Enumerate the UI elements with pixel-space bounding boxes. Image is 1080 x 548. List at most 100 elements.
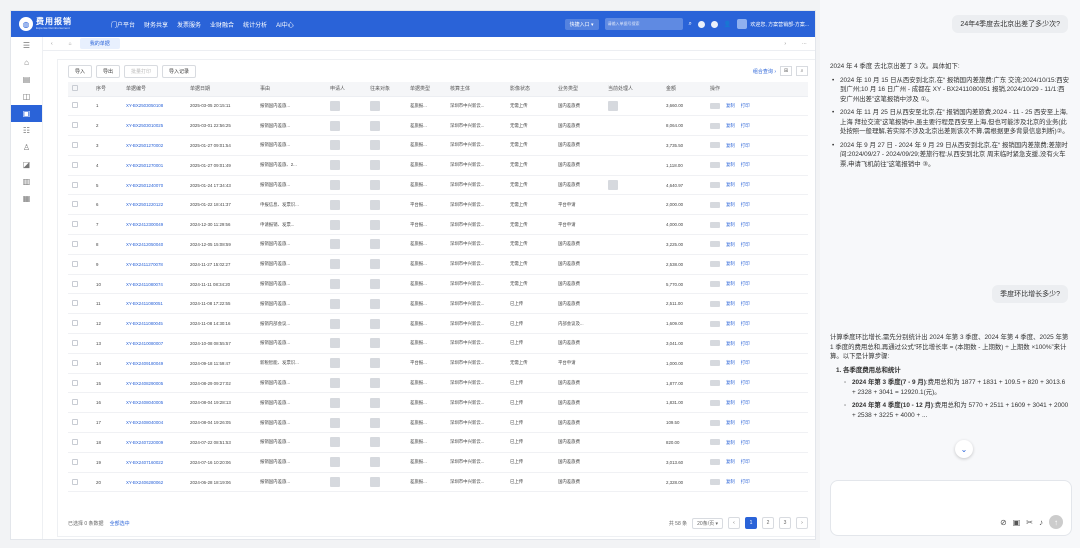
sidebar-item-report-icon[interactable]: ◪ xyxy=(11,156,42,173)
row-document-id[interactable]: XY-BX2407160022 xyxy=(122,452,186,473)
copy-link[interactable]: 复制 xyxy=(726,202,735,207)
sidebar-item-archive-icon[interactable]: ▥ xyxy=(11,173,42,190)
print-link[interactable]: 打印 xyxy=(741,400,750,405)
table-row[interactable]: 10 XY-BX2411080074 2024-11-11 08:34:20 报销国内… xyxy=(68,274,808,295)
col-header[interactable]: 当前处理人 xyxy=(604,82,662,97)
tab-back-icon[interactable]: ‹ xyxy=(43,41,61,47)
table-row[interactable]: 20 XY-BX2406280062 2024-06-28 18:19:06 报销国内… xyxy=(68,472,808,493)
table-row[interactable]: 12 XY-BX2411080045 2024-11-08 14:30:16 报销内部… xyxy=(68,313,808,335)
print-link[interactable]: 打印 xyxy=(741,440,750,445)
sidebar-item-home-icon[interactable]: ⌂ xyxy=(11,54,42,71)
table-row[interactable]: 17 XY-BX2408040004 2024-08-04 19:26:05 报销国内… xyxy=(68,412,808,434)
table-row[interactable]: 18 XY-BX2407220009 2024-07-22 08:51:53 报销国内… xyxy=(68,432,808,453)
page-2-button[interactable]: 2 xyxy=(762,517,774,529)
copy-link[interactable]: 复制 xyxy=(726,479,735,484)
table-row[interactable]: 3 XY-BX2501270002 2025-01-27 09:01:54 报销国内差… xyxy=(68,135,808,156)
print-link[interactable]: 打印 xyxy=(741,360,750,365)
col-header[interactable]: 金额 xyxy=(662,82,706,97)
quick-entry-dropdown[interactable]: 快捷入口 ▾ xyxy=(564,18,599,30)
copy-link[interactable]: 复制 xyxy=(726,103,735,108)
menu-toggle-icon[interactable]: ☰ xyxy=(11,37,42,54)
table-row[interactable]: 6 XY-BX2501220122 2025-01-22 18:41:37 申报信息、… xyxy=(68,194,808,216)
print-link[interactable]: 打印 xyxy=(741,182,750,187)
row-checkbox[interactable] xyxy=(68,472,92,493)
prev-page-icon[interactable]: ‹ xyxy=(728,517,740,529)
batch-print-button[interactable]: 批量打印 xyxy=(124,64,159,78)
sidebar-item-list-icon[interactable]: ☷ xyxy=(11,122,42,139)
table-row[interactable]: 16 XY-BX2408040005 2024-08-04 19:28:13 报销国内… xyxy=(68,392,808,414)
col-header[interactable]: 往来对象 xyxy=(366,82,406,97)
table-row[interactable]: 13 XY-BX2410080007 2024-10-08 08:55:57 报销国内… xyxy=(68,333,808,354)
table-row[interactable]: 2 XY-BX2503010025 2025-03-01 22:56:25 报销国内差… xyxy=(68,115,808,137)
row-document-id[interactable]: XY-BX2412050040 xyxy=(122,234,186,255)
copy-link[interactable]: 复制 xyxy=(726,321,735,326)
search-icon[interactable]: ⌕ xyxy=(689,21,692,28)
row-checkbox[interactable] xyxy=(68,175,92,196)
row-document-id[interactable]: XY-BX2408290005 xyxy=(122,373,186,394)
table-row[interactable]: 8 XY-BX2412050040 2024-12-05 15:08:59 报销国内差… xyxy=(68,234,808,255)
help-icon[interactable] xyxy=(710,20,718,28)
print-link[interactable]: 打印 xyxy=(741,380,750,385)
table-row[interactable]: 14 XY-BX2409180049 2024-09-18 11:59:47 新税智能… xyxy=(68,353,808,374)
chat-input[interactable]: ⊘ ▣ ✂ ♪ ↑ xyxy=(830,480,1072,536)
sidebar-item-user-icon[interactable]: ♙ xyxy=(11,139,42,156)
table-row[interactable]: 5 XY-BX2501240070 2025-01-24 17:34:43 报销国内差… xyxy=(68,175,808,196)
copy-link[interactable]: 复制 xyxy=(726,281,735,286)
print-link[interactable]: 打印 xyxy=(741,222,750,227)
row-document-id[interactable]: XY-BX2503050108 xyxy=(122,96,186,117)
row-checkbox[interactable] xyxy=(68,96,92,117)
select-all-checkbox[interactable] xyxy=(68,82,92,97)
table-row[interactable]: 1 XY-BX2503050108 2025-03-05 20:15:11 报销国内差… xyxy=(68,96,808,117)
row-checkbox[interactable] xyxy=(68,313,92,335)
copy-link[interactable]: 复制 xyxy=(726,123,735,128)
image-icon[interactable]: ▣ xyxy=(1013,518,1021,527)
row-checkbox[interactable] xyxy=(68,373,92,394)
bell-icon[interactable] xyxy=(697,20,705,28)
row-document-id[interactable]: XY-BX2501240070 xyxy=(122,175,186,196)
copy-link[interactable]: 复制 xyxy=(726,459,735,464)
print-link[interactable]: 打印 xyxy=(741,103,750,108)
copy-link[interactable]: 复制 xyxy=(726,380,735,385)
row-checkbox[interactable] xyxy=(68,452,92,473)
row-document-id[interactable]: XY-BX2411080074 xyxy=(122,274,186,295)
copy-link[interactable]: 复制 xyxy=(726,440,735,445)
row-document-id[interactable]: XY-BX2406280062 xyxy=(122,472,186,493)
col-header[interactable]: 影像状态 xyxy=(506,82,554,97)
sidebar-item-settings-icon[interactable]: ▦ xyxy=(11,190,42,207)
table-row[interactable]: 7 XY-BX2412300049 2024-12-30 11:29:56 申请报销、… xyxy=(68,214,808,236)
copy-link[interactable]: 复制 xyxy=(726,222,735,227)
row-document-id[interactable]: XY-BX2411080045 xyxy=(122,313,186,335)
print-link[interactable]: 打印 xyxy=(741,281,750,286)
row-checkbox[interactable] xyxy=(68,254,92,275)
row-checkbox[interactable] xyxy=(68,333,92,354)
row-checkbox[interactable] xyxy=(68,412,92,434)
row-checkbox[interactable] xyxy=(68,155,92,176)
search-icon[interactable]: ⌕ xyxy=(796,66,808,76)
import-button[interactable]: 导入 xyxy=(68,64,93,78)
table-row[interactable]: 11 XY-BX2411080051 2024-11-08 17:22:55 报销国内… xyxy=(68,293,808,315)
row-document-id[interactable]: XY-BX2412300049 xyxy=(122,214,186,236)
col-header[interactable]: 申请人 xyxy=(326,82,366,97)
import-record-button[interactable]: 导入记录 xyxy=(162,64,197,78)
row-checkbox[interactable] xyxy=(68,432,92,453)
scroll-down-icon[interactable]: ⌄ xyxy=(955,440,973,458)
row-document-id[interactable]: XY-BX2407220009 xyxy=(122,432,186,453)
nav-item-invoice[interactable]: 发票服务 xyxy=(177,20,201,29)
advanced-search-link[interactable]: 组合查询 › xyxy=(753,68,776,75)
user-icon[interactable]: 👤 xyxy=(724,21,731,28)
row-document-id[interactable]: XY-BX2501220122 xyxy=(122,194,186,216)
nav-item-finance-share[interactable]: 财务共享 xyxy=(144,20,168,29)
print-link[interactable]: 打印 xyxy=(741,321,750,326)
col-header[interactable]: 单据类型 xyxy=(406,82,446,97)
row-checkbox[interactable] xyxy=(68,274,92,295)
tab-home[interactable]: ⌂ xyxy=(61,41,80,47)
table-row[interactable]: 15 XY-BX2408290005 2024-08-29 09:27:02 报销国内… xyxy=(68,373,808,394)
row-checkbox[interactable] xyxy=(68,293,92,315)
microphone-icon[interactable]: ♪ xyxy=(1039,518,1043,527)
row-checkbox[interactable] xyxy=(68,234,92,255)
col-header[interactable]: 业务类型 xyxy=(554,82,604,97)
row-document-id[interactable]: XY-BX2501270001 xyxy=(122,155,186,176)
col-header[interactable]: 事由 xyxy=(256,82,326,97)
print-link[interactable]: 打印 xyxy=(741,162,750,167)
print-link[interactable]: 打印 xyxy=(741,479,750,484)
